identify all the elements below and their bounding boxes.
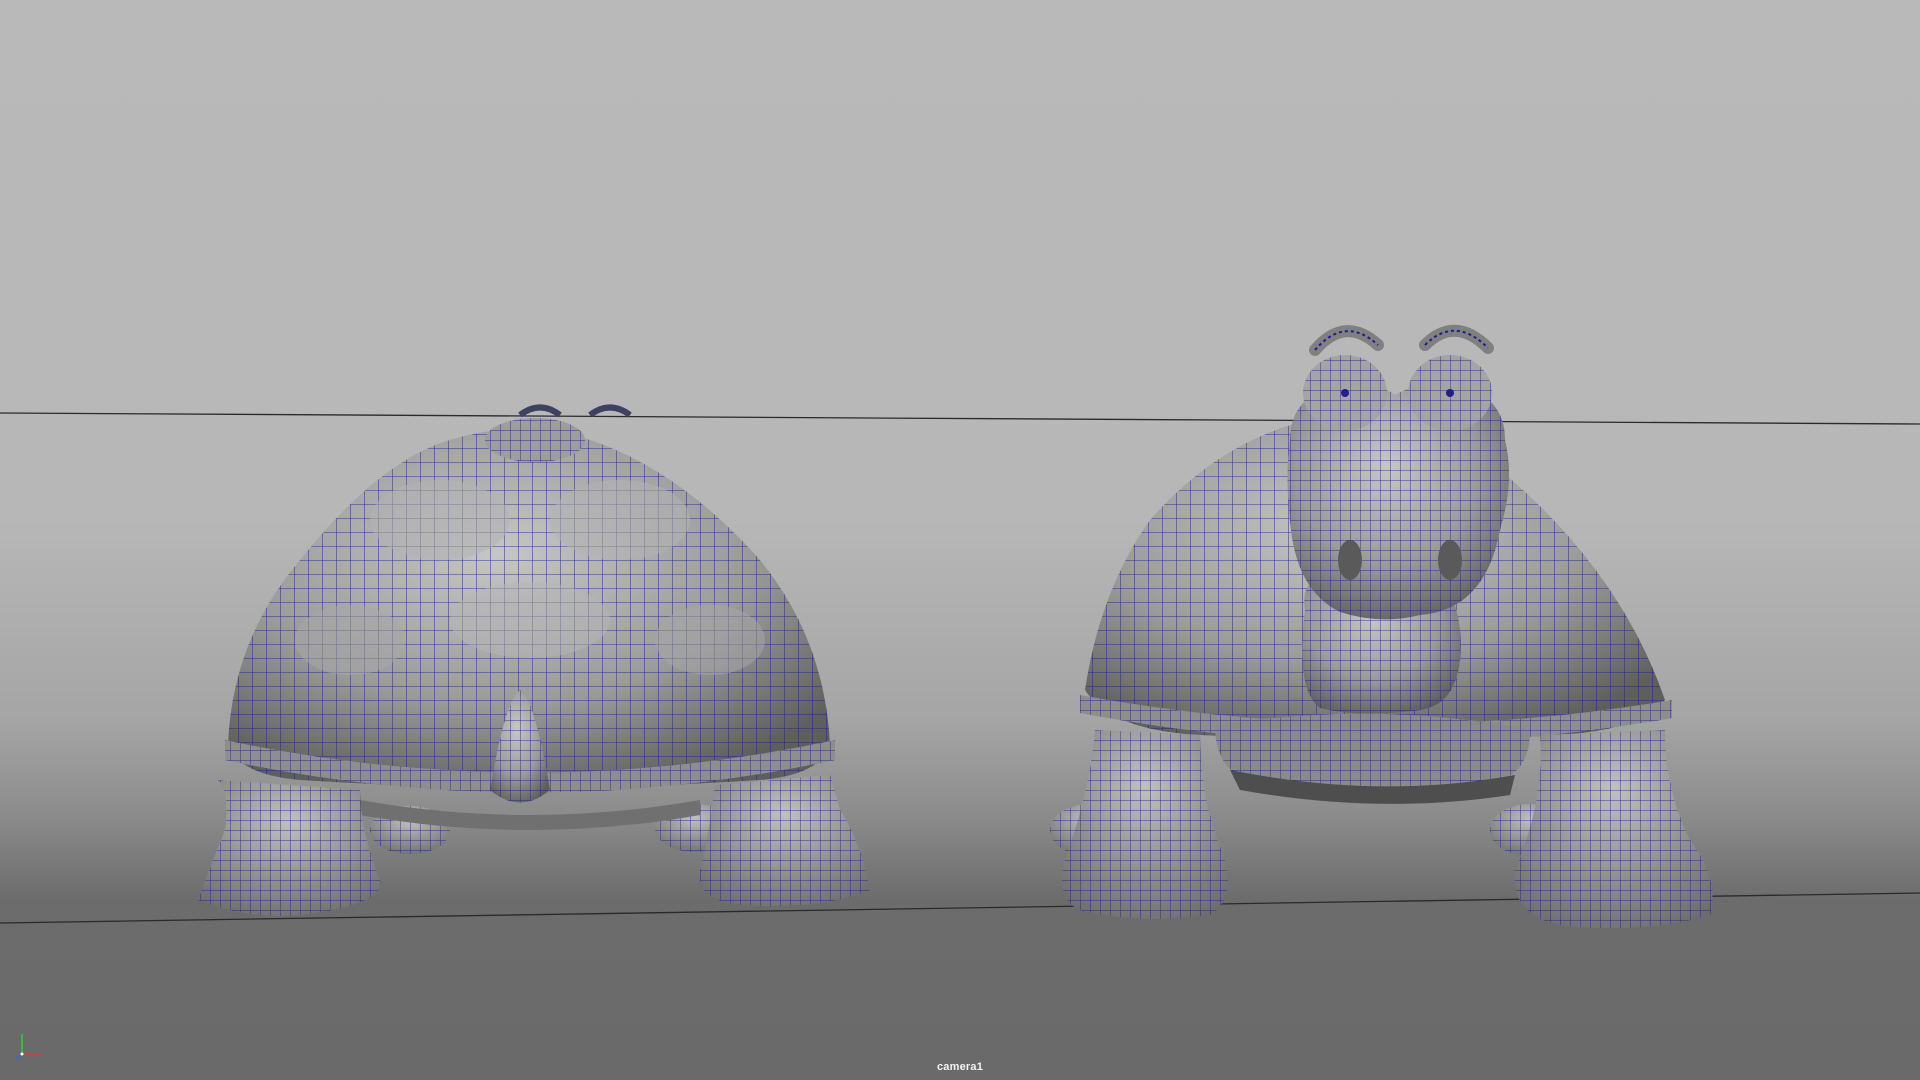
xyz-axis-icon: [14, 1034, 42, 1061]
camera-name-label: camera1: [936, 1061, 984, 1073]
grid-line-far: [0, 412, 1920, 425]
3d-viewport[interactable]: camera1: [0, 0, 1920, 1080]
viewport-scene[interactable]: [0, 0, 1920, 1080]
turtle-back-view[interactable]: [198, 404, 870, 917]
turtle-front-eyebrows: [1309, 324, 1494, 356]
turtle-front-view[interactable]: [1050, 324, 1713, 929]
